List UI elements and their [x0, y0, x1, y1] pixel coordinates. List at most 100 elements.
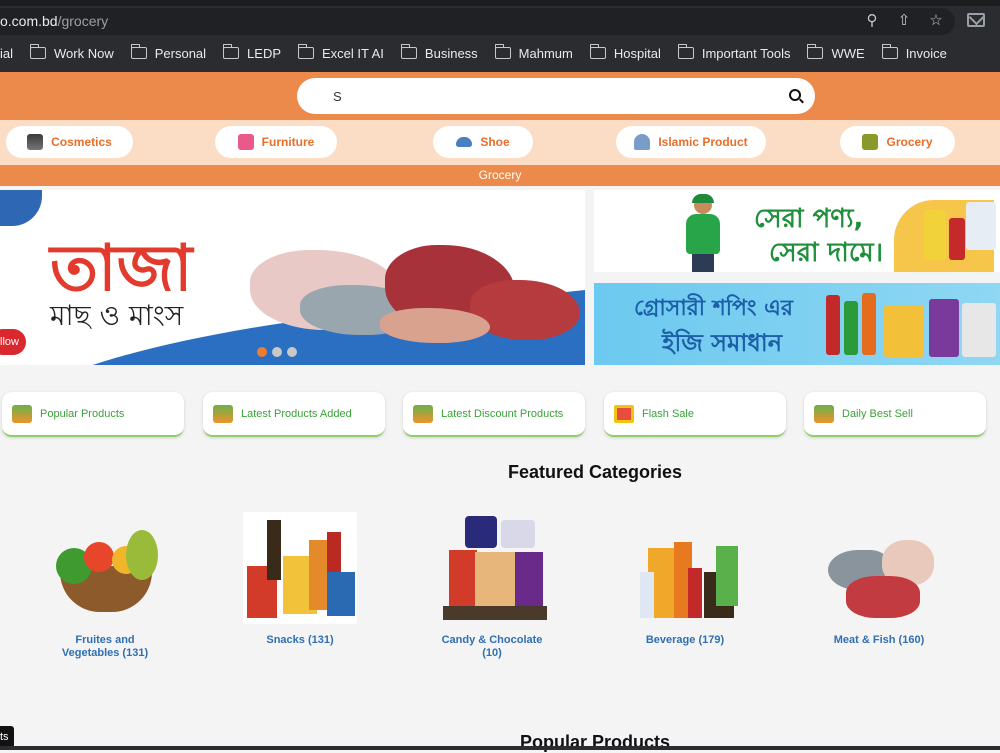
gift-icon — [614, 404, 634, 423]
quick-link-latest-products[interactable]: Latest Products Added — [203, 392, 385, 437]
search-input[interactable] — [333, 86, 753, 106]
category-islamic-product[interactable]: Islamic Product — [616, 126, 766, 158]
quick-link-label: Popular Products — [40, 407, 125, 420]
section-heading: Grocery — [0, 165, 1000, 186]
delivery-man-image — [682, 194, 724, 272]
prawn-image — [380, 308, 490, 343]
bookmark-mahmum[interactable]: Mahmum — [494, 44, 573, 61]
grocery-bag-icon — [12, 404, 32, 423]
slider-dot[interactable] — [257, 347, 267, 357]
page-bottom-edge — [0, 746, 1000, 750]
mail-icon[interactable] — [967, 13, 985, 27]
grocery-basket-icon — [862, 134, 879, 150]
zoom-icon[interactable]: ⚲ — [863, 12, 881, 30]
bookmark-business[interactable]: Business — [400, 44, 478, 61]
folder-icon — [494, 44, 511, 59]
category-count: Vegetables (131) — [61, 647, 149, 659]
category-label: Cosmetics — [51, 135, 112, 149]
category-count: (10) — [482, 647, 502, 659]
bookmark-label: ial — [0, 45, 14, 61]
soda-bottle-image — [949, 218, 965, 260]
bookmark-ledp[interactable]: LEDP — [223, 44, 282, 61]
quick-link-popular-products[interactable]: Popular Products — [2, 392, 184, 437]
snacks-image — [243, 512, 357, 624]
featured-categories-title: Featured Categories — [507, 462, 683, 482]
snack-pack-image — [884, 305, 924, 357]
star-icon[interactable]: ☆ — [927, 12, 945, 30]
share-icon[interactable]: ⇧ — [895, 12, 913, 30]
address-bar[interactable]: o.com.bd/grocery ⚲ ⇧ ☆ — [0, 8, 955, 35]
folder-icon — [881, 44, 898, 59]
bookmark-invoice[interactable]: Invoice — [881, 44, 947, 61]
bookmark-label: LEDP — [247, 45, 282, 61]
bookmark-label: Important Tools — [701, 45, 791, 61]
dairy-pack-image — [962, 303, 996, 357]
category-grocery[interactable]: Grocery — [840, 126, 955, 158]
slider-dot[interactable] — [287, 347, 297, 357]
category-label: Islamic Product — [658, 135, 748, 149]
quick-link-flash-sale[interactable]: Flash Sale — [604, 392, 786, 437]
grocery-bag-icon — [413, 404, 433, 423]
bookmark-excel-it-ai[interactable]: Excel IT AI — [298, 44, 384, 61]
url-domain: o.com.bd — [0, 13, 58, 29]
bookmark-work-now[interactable]: Work Now — [30, 44, 114, 61]
cola-bottle-image — [826, 295, 840, 355]
hero-corner-shape — [0, 190, 42, 226]
category-name: Beverage (179) — [645, 634, 725, 646]
bookmark-label: Invoice — [905, 45, 947, 61]
bookmark-label: WWE — [831, 45, 865, 61]
category-card-meat-fish[interactable]: Meat & Fish (160) — [819, 512, 939, 647]
hero-follow-button[interactable]: llow — [0, 329, 26, 355]
promo-banner-best-products[interactable]: সেরা পণ্য, সেরা দামে। — [594, 190, 1000, 272]
quick-link-label: Flash Sale — [642, 407, 694, 420]
banner-line2: ইজি সমাধান — [662, 329, 783, 357]
slider-dot[interactable] — [272, 347, 282, 357]
soda-bottle-image — [844, 301, 858, 355]
slider-dots — [257, 347, 297, 357]
folder-icon — [400, 44, 417, 59]
category-card-snacks[interactable]: Snacks (131) — [240, 512, 360, 647]
folder-icon — [298, 44, 315, 59]
category-card-beverage[interactable]: Beverage (179) — [625, 512, 745, 647]
quick-link-latest-discount[interactable]: Latest Discount Products — [403, 392, 585, 437]
milk-pack-image — [966, 202, 996, 250]
search-box[interactable] — [297, 78, 815, 114]
category-name: Candy & Chocolate — [441, 634, 543, 646]
folder-icon — [589, 44, 606, 59]
folder-icon — [807, 44, 824, 59]
category-label: Shoe — [480, 135, 510, 149]
furniture-icon — [237, 134, 254, 150]
bookmark-ial[interactable]: ial — [0, 46, 13, 61]
candy-chocolate-image — [435, 512, 549, 624]
category-card-candy-chocolate[interactable]: Candy & Chocolate (10) — [432, 512, 552, 660]
quick-link-daily-best-sell[interactable]: Daily Best Sell — [804, 392, 986, 437]
bookmark-personal[interactable]: Personal — [130, 44, 206, 61]
floating-badge[interactable]: ts — [0, 726, 14, 748]
bookmark-label: Hospital — [613, 45, 661, 61]
oil-bottle-image — [924, 210, 946, 260]
category-name: Meat & Fish (160) — [833, 634, 925, 646]
grocery-bag-icon — [213, 404, 233, 423]
bookmark-label: Mahmum — [518, 45, 573, 61]
bookmark-important-tools[interactable]: Important Tools — [677, 44, 791, 61]
mosque-icon — [634, 134, 651, 150]
category-card-fruits-vegetables[interactable]: Fruites and Vegetables (131) — [45, 512, 165, 660]
promo-banner-easy-shopping[interactable]: গ্রোসারী শপিং এর ইজি সমাধান — [594, 283, 1000, 365]
folder-icon — [130, 44, 147, 59]
cosmetics-icon — [27, 134, 44, 150]
search-icon[interactable] — [789, 89, 801, 101]
bookmark-hospital[interactable]: Hospital — [589, 44, 661, 61]
biscuit-pack-image — [929, 299, 959, 357]
category-cosmetics[interactable]: Cosmetics — [6, 126, 133, 158]
category-furniture[interactable]: Furniture — [215, 126, 337, 158]
juice-bottle-image — [862, 293, 876, 355]
folder-icon — [223, 44, 240, 59]
bookmark-wwe[interactable]: WWE — [807, 44, 865, 61]
bookmarks-bar: ial Work Now Personal LEDP Excel IT AI B… — [0, 40, 964, 66]
hero-slider[interactable]: তাজা মাছ ও মাংস llow — [0, 190, 585, 365]
category-shoe[interactable]: Shoe — [433, 126, 533, 158]
url-text[interactable]: o.com.bd/grocery — [0, 13, 108, 29]
fruits-vegetables-image — [48, 512, 162, 624]
quick-link-label: Latest Discount Products — [441, 407, 564, 420]
bookmark-label: Excel IT AI — [322, 45, 384, 61]
